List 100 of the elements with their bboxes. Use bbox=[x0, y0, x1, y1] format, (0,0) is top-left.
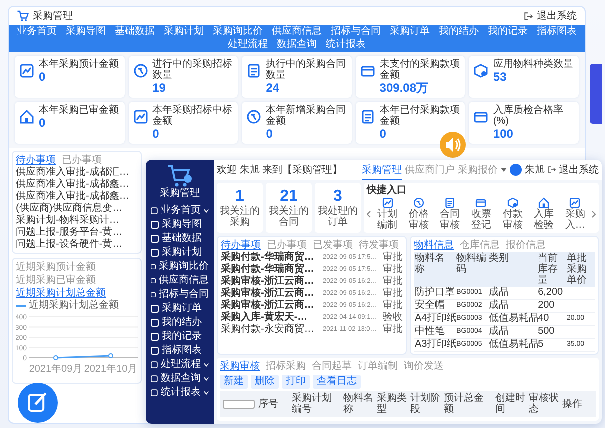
panel-tab[interactable]: 待办事项 bbox=[16, 154, 56, 167]
header-tab[interactable]: 采购管理 bbox=[362, 160, 402, 180]
nav-item[interactable]: 统计报表 bbox=[326, 39, 366, 51]
panel-tab[interactable]: 报价信息 bbox=[506, 239, 546, 252]
menu-item[interactable]: 供应商信息 bbox=[149, 274, 211, 287]
todo-title[interactable]: 采购付款-永安商贸… bbox=[221, 324, 320, 336]
panel-tab[interactable]: 订单编制 bbox=[358, 360, 398, 373]
todo-status: 审批 bbox=[383, 300, 403, 312]
panel-tab[interactable]: 询价发送 bbox=[404, 360, 444, 373]
panel-tab[interactable]: 待发事项 bbox=[359, 239, 399, 252]
nav-item[interactable]: 数据查询 bbox=[277, 39, 317, 51]
shortcut-button[interactable]: 采购入… bbox=[560, 197, 590, 231]
nav-item[interactable]: 业务首页 bbox=[17, 26, 57, 38]
shortcut-button[interactable]: 合同审核 bbox=[436, 197, 465, 231]
header-tab[interactable]: 采购报价 bbox=[458, 160, 498, 180]
todo-title[interactable]: 采购付款-华瑞商贸… bbox=[221, 252, 320, 264]
nav-item[interactable]: 基础数据 bbox=[115, 26, 155, 38]
card-icon bbox=[475, 197, 488, 209]
menu-item[interactable]: 指标图表 bbox=[149, 344, 211, 357]
menu-item[interactable]: 招标与合同 bbox=[149, 288, 211, 301]
menu-item[interactable]: 我的记录 bbox=[149, 330, 211, 343]
stat-value: 0 bbox=[152, 127, 160, 141]
table-cell: 低值易耗品 bbox=[488, 338, 538, 352]
stat-value: 0 bbox=[380, 127, 388, 141]
menu-item[interactable]: 基础数据 bbox=[149, 232, 211, 245]
chart-tab[interactable]: 近期采购计划总金额 bbox=[16, 287, 106, 300]
menu-item[interactable]: 采购计划 bbox=[149, 246, 211, 259]
panel-tab[interactable]: 已办事项 bbox=[267, 239, 307, 252]
nav-item[interactable]: 我的记录 bbox=[488, 26, 528, 38]
nav-item[interactable]: 采购询比价 bbox=[213, 26, 263, 38]
chart-tab[interactable]: 近期采购已审金额 bbox=[16, 274, 96, 287]
menu-item[interactable]: 采购订单 bbox=[149, 302, 211, 315]
panel-tab[interactable]: 采购审核 bbox=[220, 360, 260, 373]
logout-link[interactable]: 退出系统 bbox=[559, 163, 599, 177]
todo-item[interactable]: 供应商准入审批-成都鑫… bbox=[16, 179, 138, 191]
todo-title[interactable]: 采购付款-华瑞商贸… bbox=[221, 264, 320, 276]
nav-item[interactable]: 采购订单 bbox=[390, 26, 430, 38]
nav-item[interactable]: 采购导图 bbox=[66, 26, 106, 38]
todo-item[interactable]: 问题上报-设备硬件-黄… bbox=[16, 239, 138, 251]
menu-item[interactable]: 我的结办 bbox=[149, 316, 211, 329]
shortcut-button[interactable]: 付款审核 bbox=[498, 197, 528, 231]
shortcut-button[interactable]: 入库检验 bbox=[529, 197, 559, 231]
logout-link[interactable]: 退出系统 bbox=[537, 9, 577, 23]
chart-icon bbox=[382, 197, 394, 209]
panel-tab[interactable]: 待办事项 bbox=[221, 239, 261, 252]
chevron-left-icon[interactable] bbox=[367, 210, 371, 218]
nav-item[interactable]: 招标与合同 bbox=[331, 26, 381, 38]
table-cell: 防护口罩 bbox=[414, 287, 456, 300]
table-cell: 200 bbox=[537, 300, 566, 312]
column-header: 采购计划编号 bbox=[292, 393, 333, 415]
todo-item[interactable]: 供应商准入审批-成都鑫… bbox=[16, 191, 138, 203]
shortcut-button[interactable]: 价格审核 bbox=[404, 197, 434, 231]
caret-icon[interactable] bbox=[501, 168, 507, 172]
action-button[interactable]: 新建 bbox=[220, 375, 248, 389]
chart-tab[interactable]: 近期采购预计金额 bbox=[16, 261, 96, 274]
action-button[interactable]: 删除 bbox=[251, 375, 279, 389]
axis-label: 2021年09月 bbox=[29, 364, 83, 375]
nav-item[interactable]: 供应商信息 bbox=[272, 26, 322, 38]
nav-item[interactable]: 指标图表 bbox=[537, 26, 577, 38]
shortcut-button[interactable]: 计划编制 bbox=[373, 197, 402, 231]
panel-tab[interactable]: 已办事项 bbox=[62, 154, 102, 167]
square-icon bbox=[151, 304, 159, 312]
todo-title[interactable]: 采购入库-黄宏天-… bbox=[221, 312, 320, 324]
chart-icon bbox=[19, 63, 35, 79]
nav-item[interactable]: 处理流程 bbox=[228, 39, 268, 51]
line-series bbox=[56, 355, 112, 359]
menu-item[interactable]: 采购询比价 bbox=[149, 260, 211, 273]
checkbox[interactable] bbox=[223, 400, 256, 408]
action-button[interactable]: 打印 bbox=[282, 375, 310, 389]
document-icon bbox=[246, 63, 262, 79]
todo-title[interactable]: 采购审核-浙江云商… bbox=[221, 276, 320, 288]
stat-label: 执行中的采购合同数量 bbox=[266, 59, 348, 81]
nav-item[interactable]: 我的结办 bbox=[439, 26, 479, 38]
todo-item[interactable]: 问题上报-服务平台-黄… bbox=[16, 227, 138, 239]
avatar-icon[interactable] bbox=[510, 164, 522, 176]
column-header: 计划阶段 bbox=[410, 393, 441, 415]
panel-tab[interactable]: 招标采购 bbox=[266, 360, 306, 373]
todo-item[interactable]: 采购计划-物料采购计… bbox=[16, 215, 138, 227]
square-icon bbox=[151, 290, 156, 298]
header-tab[interactable]: 供应商门户 bbox=[405, 160, 455, 180]
todo-status: 审批 bbox=[383, 288, 403, 300]
stat-value: 21 bbox=[280, 188, 298, 206]
panel-tab[interactable]: 物料信息 bbox=[414, 239, 454, 252]
menu-item[interactable]: 处理流程 bbox=[149, 358, 211, 371]
todo-title[interactable]: 采购审核-浙江云商… bbox=[221, 288, 320, 300]
menu-item[interactable]: 业务首页 bbox=[149, 204, 211, 217]
menu-item[interactable]: 采购导图 bbox=[149, 218, 211, 231]
nav-item[interactable]: 采购计划 bbox=[164, 26, 204, 38]
todo-item[interactable]: 供应商准入审批-成都汇… bbox=[16, 167, 138, 179]
panel-tab[interactable]: 仓库信息 bbox=[460, 239, 500, 252]
legend-label: 近期采购计划总金额 bbox=[29, 300, 119, 312]
panel-tab[interactable]: 已发事项 bbox=[313, 239, 353, 252]
todo-item[interactable]: (供应商)供应商信息变… bbox=[16, 203, 138, 215]
chevron-right-icon[interactable] bbox=[592, 210, 596, 218]
todo-title[interactable]: 采购审核-浙江云商… bbox=[221, 300, 320, 312]
menu-item[interactable]: 数据查询 bbox=[149, 372, 211, 385]
panel-tab[interactable]: 合同起草 bbox=[312, 360, 352, 373]
shortcut-button[interactable]: 收票登记 bbox=[466, 197, 496, 231]
menu-item[interactable]: 统计报表 bbox=[149, 386, 211, 399]
action-button[interactable]: 查看日志 bbox=[313, 375, 361, 389]
